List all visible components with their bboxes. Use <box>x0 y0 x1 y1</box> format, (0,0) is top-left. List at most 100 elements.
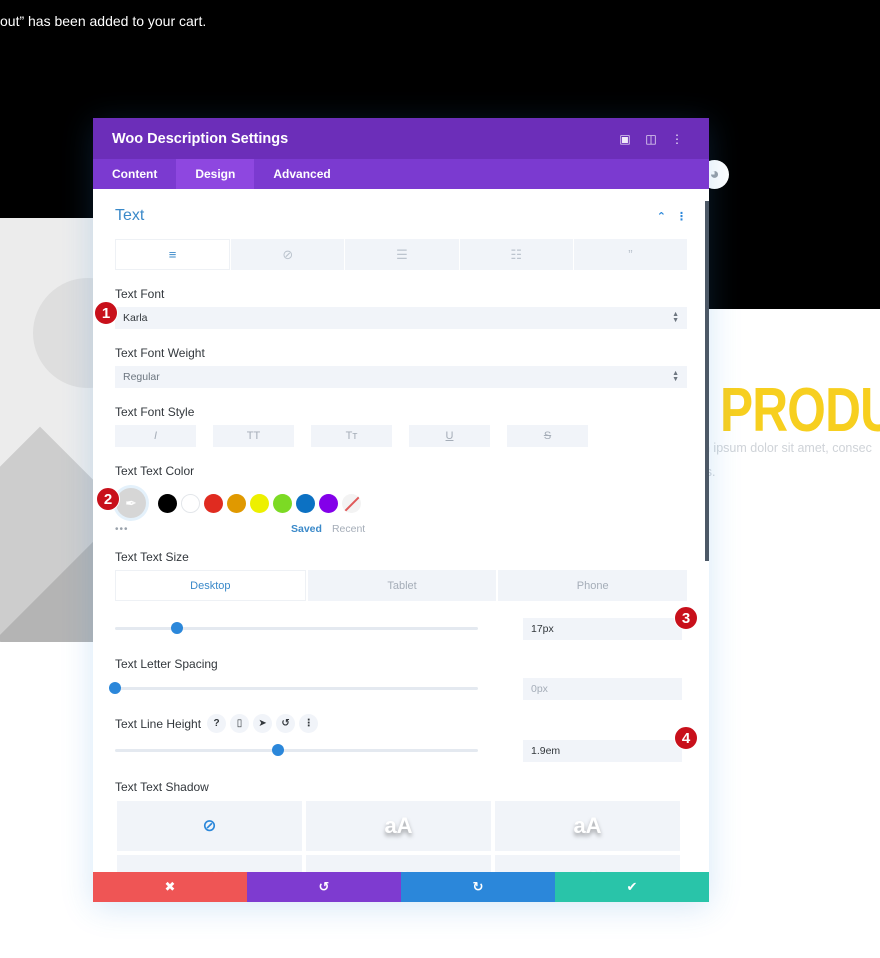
decor-circle <box>33 278 100 388</box>
ordered-list-icon: ☷ <box>510 246 523 262</box>
letter-spacing-label: Text Letter Spacing <box>115 657 218 671</box>
mobile-icon[interactable]: ▯ <box>230 714 250 733</box>
ordered-list-button[interactable]: ☷ <box>459 239 573 270</box>
save-button[interactable]: ✔ <box>555 872 709 902</box>
recent-colors-tab[interactable]: Recent <box>332 523 365 535</box>
shadow-option[interactable]: aA <box>306 855 491 872</box>
palette-footer: ••• Saved Recent <box>115 522 687 536</box>
text-size-slider[interactable] <box>115 622 478 634</box>
prohibited-icon: ⊘ <box>202 816 217 835</box>
text-size-control: 17px <box>115 617 687 640</box>
hover-cursor-icon[interactable]: ➤ <box>253 714 273 733</box>
link-button[interactable]: ⊘ <box>231 239 345 270</box>
color-swatch[interactable] <box>181 493 200 513</box>
shadow-option[interactable]: aA <box>117 855 302 872</box>
text-font-select[interactable]: Karla ▲ ▼ <box>115 307 687 329</box>
text-font-label: Text Font <box>115 287 165 301</box>
product-summary-area <box>709 309 880 639</box>
select-arrows-icon: ▲ ▼ <box>672 370 679 383</box>
undo-icon: ↺ <box>318 879 330 894</box>
text-size-label: Text Text Size <box>115 550 189 564</box>
help-icon[interactable]: ? <box>207 714 227 733</box>
align-left-icon: ≡ <box>168 247 177 262</box>
cart-notice: out” has been added to your cart. <box>0 13 207 29</box>
text-color-label: Text Text Color <box>115 464 195 478</box>
chevron-up-icon[interactable]: ⌃ <box>657 210 666 223</box>
modal-tabs: Content Design Advanced <box>93 159 709 189</box>
quote-icon: ” <box>628 247 633 262</box>
slider-handle[interactable] <box>170 622 183 634</box>
more-vertical-icon[interactable]: ⋮ <box>676 210 687 223</box>
scrollbar[interactable] <box>705 201 709 561</box>
redo-button[interactable]: ↻ <box>401 872 555 902</box>
strikethrough-button[interactable]: S <box>507 425 588 447</box>
saved-colors-tab[interactable]: Saved <box>291 523 322 535</box>
device-tab-desktop[interactable]: Desktop <box>115 570 306 601</box>
color-palette: ✒ <box>115 487 687 519</box>
tab-design[interactable]: Design <box>176 159 255 189</box>
undo-button[interactable]: ↺ <box>247 872 401 902</box>
underline-icon: U <box>445 430 454 442</box>
text-font-weight-label: Text Font Weight <box>115 346 205 360</box>
more-vertical-icon[interactable]: ⋮ <box>299 714 319 733</box>
text-font-weight-select[interactable]: Regular ▲ ▼ <box>115 366 687 388</box>
color-swatch[interactable] <box>273 493 292 513</box>
slider-handle[interactable] <box>272 744 285 756</box>
cancel-button[interactable]: ✖ <box>93 872 247 902</box>
color-swatch[interactable] <box>296 493 315 513</box>
small-caps-icon: Tᴛ <box>345 430 358 442</box>
text-font-style-label: Text Font Style <box>115 405 195 419</box>
letter-spacing-input[interactable]: 0px <box>523 677 682 700</box>
step-badge: 2 <box>96 487 120 511</box>
shadow-none-option[interactable]: ⊘ <box>117 801 302 851</box>
shadow-option[interactable]: aA <box>495 801 680 851</box>
more-vertical-icon[interactable]: ⋮ <box>664 132 690 146</box>
sidebar-layout-icon[interactable]: ◫ <box>638 132 664 146</box>
text-font-value: Karla <box>123 312 148 324</box>
text-size-input[interactable]: 17px <box>523 617 682 640</box>
product-description-line: n ipsum dolor sit amet, consec <box>703 441 872 455</box>
color-swatch[interactable] <box>319 493 338 513</box>
modal-header: Woo Description Settings ▣ ◫ ⋮ <box>93 118 709 159</box>
small-caps-button[interactable]: Tᴛ <box>311 425 392 447</box>
more-colors-icon[interactable]: ••• <box>115 524 147 535</box>
uppercase-button[interactable]: TT <box>213 425 294 447</box>
color-swatch[interactable] <box>204 493 223 513</box>
underline-button[interactable]: U <box>409 425 490 447</box>
device-tabs: Desktop Tablet Phone <box>115 570 688 601</box>
quote-button[interactable]: ” <box>573 239 688 270</box>
device-tab-phone[interactable]: Phone <box>498 570 688 601</box>
text-orientation-group: ≡ ⊘ ☰ ☷ ” <box>115 239 688 270</box>
italic-button[interactable]: I <box>115 425 196 447</box>
unordered-list-button[interactable]: ☰ <box>345 239 459 270</box>
color-swatch[interactable] <box>250 493 269 513</box>
reset-icon[interactable]: ↺ <box>276 714 296 733</box>
line-height-label-row: Text Line Height ? ▯ ➤ ↺ ⋮ <box>115 714 687 733</box>
slider-handle[interactable] <box>109 682 121 694</box>
link-off-icon: ⊘ <box>282 246 294 262</box>
align-left-button[interactable]: ≡ <box>115 239 231 270</box>
line-height-input[interactable]: 1.9em <box>523 739 682 762</box>
text-shadow-options: ⊘ aA aA aA aA aA <box>117 801 687 872</box>
section-header[interactable]: Text ⌃ ⋮ <box>115 206 687 226</box>
device-tab-tablet[interactable]: Tablet <box>307 570 497 601</box>
color-swatch[interactable] <box>227 493 246 513</box>
close-icon: ✖ <box>164 879 176 894</box>
product-title: PRODU <box>720 376 880 445</box>
letter-spacing-control: 0px <box>109 677 687 700</box>
font-style-group: I TT Tᴛ U S <box>115 425 687 447</box>
line-height-slider[interactable] <box>115 744 478 756</box>
line-height-label: Text Line Height <box>115 716 202 731</box>
tab-advanced[interactable]: Advanced <box>254 159 349 189</box>
letter-spacing-slider[interactable] <box>109 682 478 694</box>
no-color-swatch[interactable] <box>342 493 361 513</box>
modal-footer: ✖ ↺ ↻ ✔ <box>93 872 709 902</box>
shadow-option[interactable]: aA <box>495 855 680 872</box>
eyedropper-icon[interactable]: ✒ <box>116 488 146 518</box>
uppercase-icon: TT <box>246 430 261 442</box>
focus-icon[interactable]: ▣ <box>612 132 638 146</box>
shadow-option[interactable]: aA <box>306 801 491 851</box>
tab-content[interactable]: Content <box>93 159 176 189</box>
strikethrough-icon: S <box>543 430 552 442</box>
color-swatch[interactable] <box>158 493 177 513</box>
